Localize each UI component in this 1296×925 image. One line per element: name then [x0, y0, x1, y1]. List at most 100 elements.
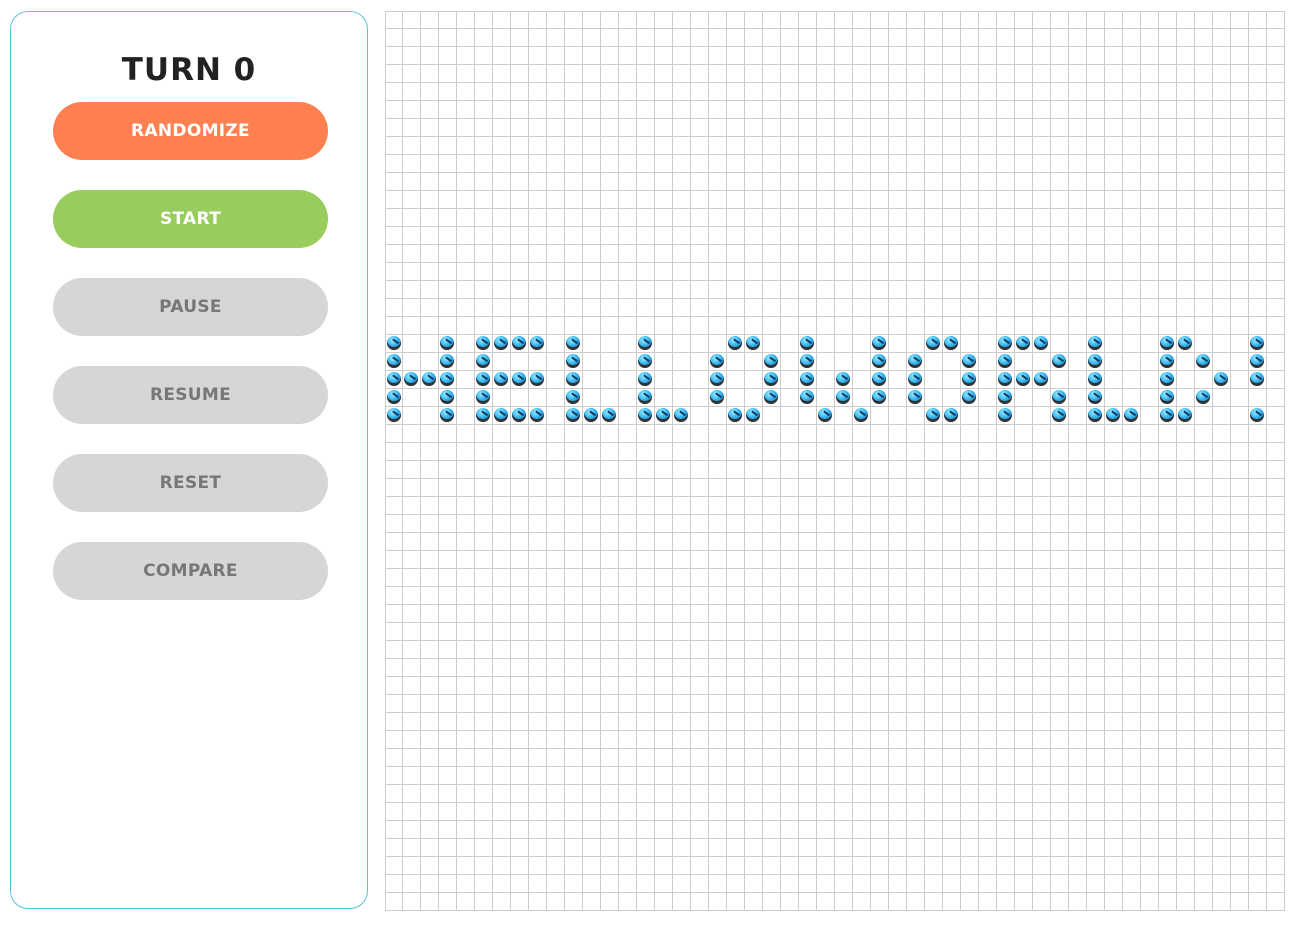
grid-cell[interactable]: [1105, 461, 1123, 479]
grid-cell[interactable]: [403, 749, 421, 767]
grid-cell[interactable]: [1267, 785, 1285, 803]
live-cell[interactable]: [727, 335, 745, 353]
grid-cell[interactable]: [421, 857, 439, 875]
grid-cell[interactable]: [655, 317, 673, 335]
grid-cell[interactable]: [853, 659, 871, 677]
live-cell[interactable]: [925, 335, 943, 353]
grid-cell[interactable]: [1141, 281, 1159, 299]
grid-cell[interactable]: [475, 785, 493, 803]
grid-cell[interactable]: [1213, 533, 1231, 551]
grid-cell[interactable]: [979, 191, 997, 209]
grid-cell[interactable]: [691, 749, 709, 767]
grid-cell[interactable]: [457, 767, 475, 785]
grid-cell[interactable]: [439, 641, 457, 659]
grid-cell[interactable]: [457, 749, 475, 767]
grid-cell[interactable]: [511, 281, 529, 299]
grid-cell[interactable]: [961, 209, 979, 227]
grid-cell[interactable]: [1141, 515, 1159, 533]
grid-cell[interactable]: [1015, 173, 1033, 191]
grid-cell[interactable]: [637, 605, 655, 623]
grid-cell[interactable]: [1069, 29, 1087, 47]
grid-cell[interactable]: [565, 677, 583, 695]
grid-cell[interactable]: [547, 83, 565, 101]
grid-cell[interactable]: [439, 767, 457, 785]
grid-cell[interactable]: [1267, 65, 1285, 83]
grid-cell[interactable]: [1015, 83, 1033, 101]
grid-cell[interactable]: [1123, 749, 1141, 767]
grid-cell[interactable]: [997, 461, 1015, 479]
grid-cell[interactable]: [1015, 263, 1033, 281]
grid-cell[interactable]: [673, 659, 691, 677]
grid-cell[interactable]: [1105, 749, 1123, 767]
grid-cell[interactable]: [1105, 587, 1123, 605]
grid-cell[interactable]: [1231, 533, 1249, 551]
grid-cell[interactable]: [601, 857, 619, 875]
live-cell[interactable]: [799, 353, 817, 371]
grid-cell[interactable]: [511, 713, 529, 731]
live-cell[interactable]: [997, 389, 1015, 407]
grid-cell[interactable]: [583, 119, 601, 137]
grid-cell[interactable]: [871, 695, 889, 713]
grid-cell[interactable]: [871, 875, 889, 893]
grid-cell[interactable]: [493, 569, 511, 587]
grid-cell[interactable]: [1195, 317, 1213, 335]
grid-cell[interactable]: [421, 137, 439, 155]
grid-cell[interactable]: [547, 695, 565, 713]
grid-cell[interactable]: [421, 11, 439, 29]
grid-cell[interactable]: [835, 11, 853, 29]
grid-cell[interactable]: [691, 893, 709, 911]
live-cell[interactable]: [637, 389, 655, 407]
grid-cell[interactable]: [511, 245, 529, 263]
grid-cell[interactable]: [907, 641, 925, 659]
grid-cell[interactable]: [1159, 533, 1177, 551]
grid-cell[interactable]: [997, 83, 1015, 101]
grid-cell[interactable]: [565, 29, 583, 47]
grid-cell[interactable]: [979, 623, 997, 641]
grid-cell[interactable]: [1069, 479, 1087, 497]
grid-cell[interactable]: [1051, 371, 1069, 389]
grid-cell[interactable]: [691, 767, 709, 785]
grid-cell[interactable]: [565, 137, 583, 155]
grid-cell[interactable]: [835, 515, 853, 533]
grid-cell[interactable]: [1195, 245, 1213, 263]
grid-cell[interactable]: [601, 803, 619, 821]
grid-cell[interactable]: [979, 173, 997, 191]
grid-cell[interactable]: [817, 317, 835, 335]
grid-cell[interactable]: [475, 659, 493, 677]
grid-cell[interactable]: [1213, 227, 1231, 245]
grid-cell[interactable]: [493, 605, 511, 623]
grid-cell[interactable]: [925, 641, 943, 659]
grid-cell[interactable]: [871, 641, 889, 659]
grid-cell[interactable]: [511, 29, 529, 47]
grid-cell[interactable]: [1051, 29, 1069, 47]
grid-cell[interactable]: [943, 749, 961, 767]
grid-cell[interactable]: [925, 299, 943, 317]
grid-cell[interactable]: [403, 101, 421, 119]
grid-cell[interactable]: [439, 695, 457, 713]
grid-cell[interactable]: [745, 479, 763, 497]
grid-cell[interactable]: [601, 227, 619, 245]
grid-cell[interactable]: [961, 515, 979, 533]
live-cell[interactable]: [1087, 407, 1105, 425]
grid-cell[interactable]: [565, 587, 583, 605]
grid-cell[interactable]: [1267, 569, 1285, 587]
grid-cell[interactable]: [817, 299, 835, 317]
grid-cell[interactable]: [1231, 875, 1249, 893]
grid-cell[interactable]: [1069, 389, 1087, 407]
grid-cell[interactable]: [511, 893, 529, 911]
grid-cell[interactable]: [943, 317, 961, 335]
grid-cell[interactable]: [1177, 857, 1195, 875]
grid-cell[interactable]: [493, 209, 511, 227]
grid-cell[interactable]: [745, 29, 763, 47]
grid-cell[interactable]: [691, 209, 709, 227]
live-cell[interactable]: [439, 407, 457, 425]
grid-cell[interactable]: [1141, 47, 1159, 65]
grid-cell[interactable]: [799, 821, 817, 839]
grid-cell[interactable]: [1051, 695, 1069, 713]
grid-cell[interactable]: [547, 731, 565, 749]
grid-cell[interactable]: [1051, 875, 1069, 893]
grid-cell[interactable]: [1177, 299, 1195, 317]
grid-cell[interactable]: [871, 137, 889, 155]
grid-cell[interactable]: [799, 875, 817, 893]
grid-cell[interactable]: [763, 785, 781, 803]
